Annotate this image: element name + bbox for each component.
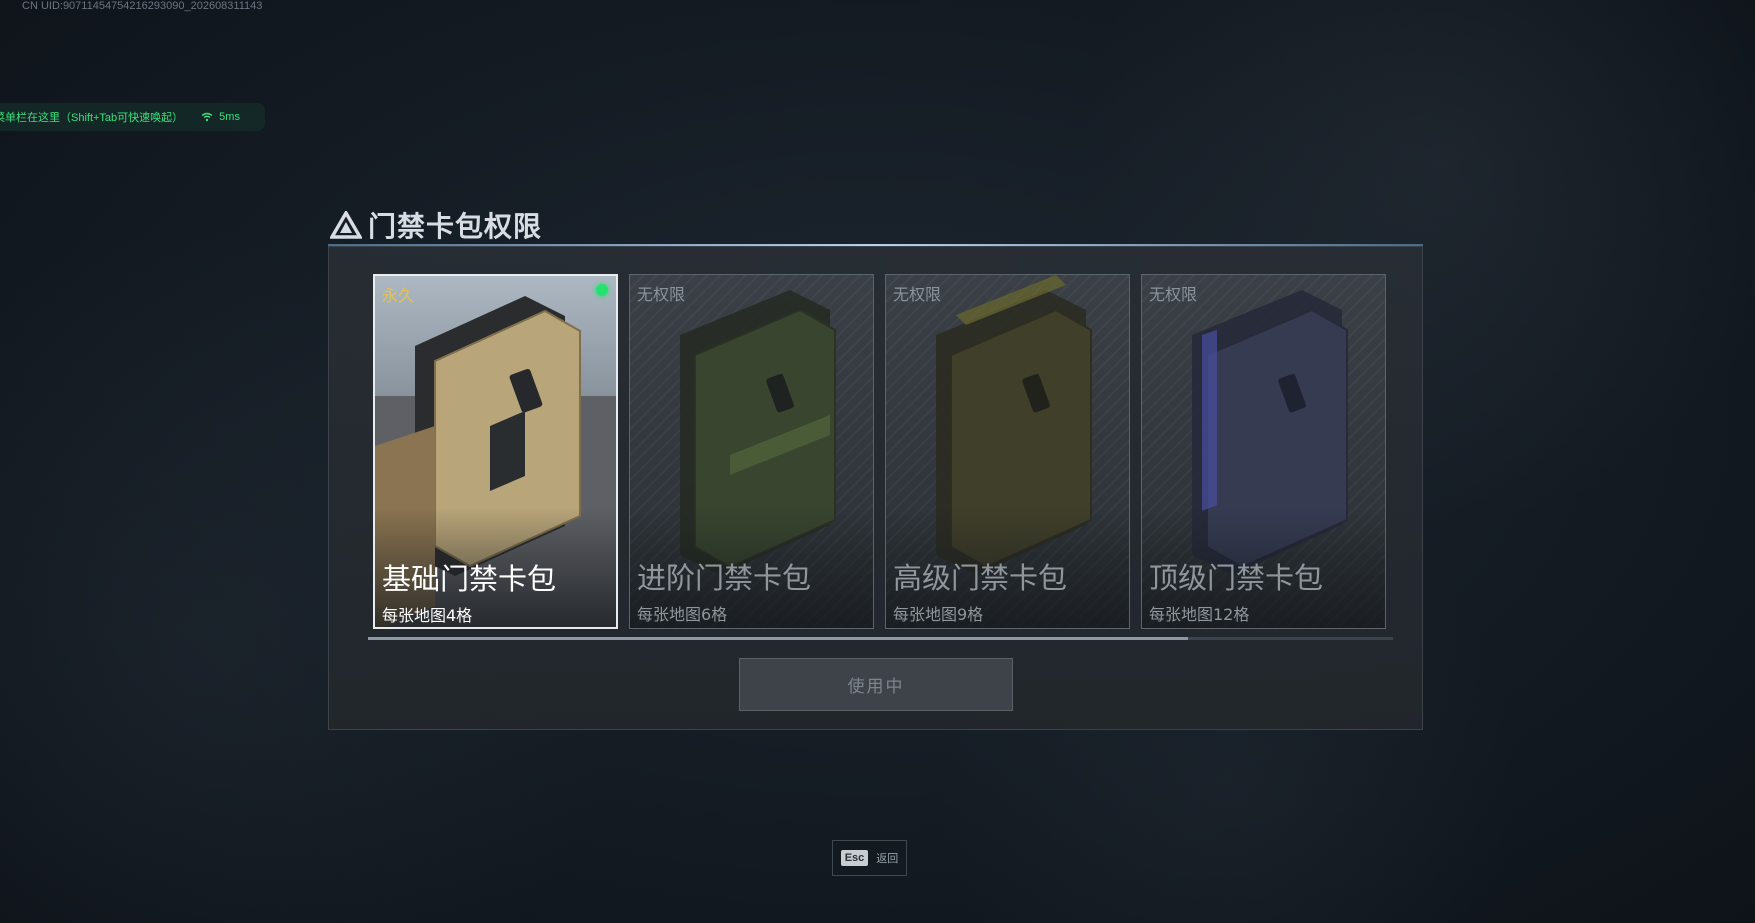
card-scrollbar-thumb[interactable] bbox=[368, 637, 1188, 640]
card-pack-top[interactable]: 无权限 顶级门禁卡包 每张地图12格 bbox=[1141, 274, 1386, 629]
in-use-button[interactable]: 使用中 bbox=[739, 658, 1013, 711]
back-button[interactable]: Esc 返回 bbox=[832, 840, 907, 876]
warning-triangle-icon bbox=[330, 211, 362, 239]
card-name: 基础门禁卡包 bbox=[382, 562, 557, 596]
panel-title-text: 门禁卡包权限 bbox=[368, 210, 543, 243]
card-name: 进阶门禁卡包 bbox=[637, 561, 812, 595]
card-tag: 无权限 bbox=[637, 285, 686, 304]
card-tag: 无权限 bbox=[1149, 285, 1198, 304]
card-capacity: 每张地图9格 bbox=[893, 605, 984, 624]
card-capacity: 每张地图12格 bbox=[1149, 605, 1250, 624]
uid-watermark: CN UID:9071145475421629309​0_20260831114… bbox=[22, 0, 263, 12]
ping-value: 5ms bbox=[219, 111, 240, 123]
card-pack-senior[interactable]: 无权限 高级门禁卡包 每张地图9格 bbox=[885, 274, 1130, 629]
card-tag: 无权限 bbox=[893, 285, 942, 304]
card-tag: 永久 bbox=[382, 286, 415, 305]
wifi-icon bbox=[201, 112, 213, 122]
card-name: 高级门禁卡包 bbox=[893, 561, 1068, 595]
ping-indicator: 5ms bbox=[201, 111, 240, 123]
menu-hint-text: 菜单栏在这里（Shift+Tab可快速唤起） bbox=[0, 112, 184, 124]
active-indicator-dot bbox=[596, 284, 608, 296]
esc-key-badge: Esc bbox=[840, 850, 869, 866]
back-label: 返回 bbox=[876, 852, 899, 865]
card-capacity: 每张地图4格 bbox=[382, 606, 473, 625]
card-pack-advanced[interactable]: 无权限 进阶门禁卡包 每张地图6格 bbox=[629, 274, 874, 629]
card-pack-basic[interactable]: 永久 基础门禁卡包 每张地图4格 bbox=[373, 274, 618, 629]
card-name: 顶级门禁卡包 bbox=[1149, 561, 1324, 595]
panel-title: 门禁卡包权限 bbox=[330, 205, 542, 245]
card-capacity: 每张地图6格 bbox=[637, 605, 728, 624]
menu-hint-bar[interactable]: 菜单栏在这里（Shift+Tab可快速唤起） 5ms bbox=[0, 103, 265, 131]
